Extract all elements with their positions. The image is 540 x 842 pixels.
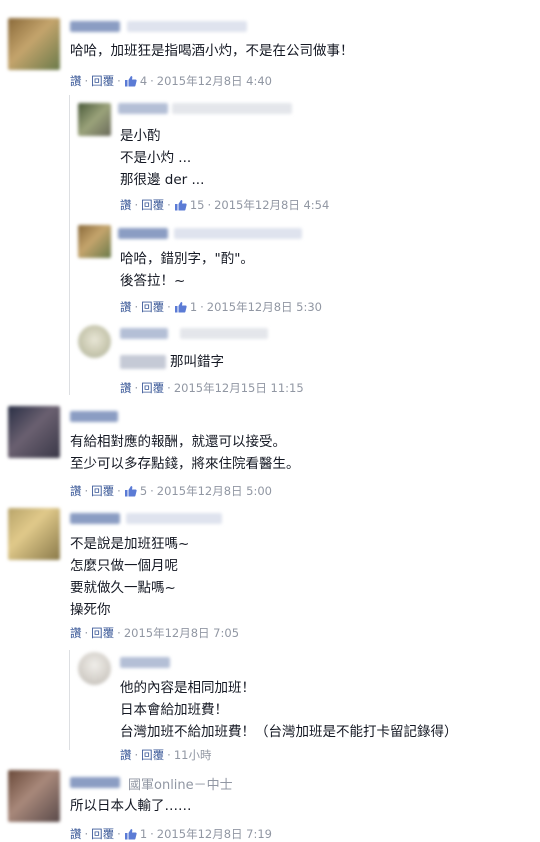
- timestamp[interactable]: 2015年12月8日 5:30: [207, 300, 322, 314]
- thumbs-up-icon: [124, 486, 137, 497]
- like-count[interactable]: 5: [140, 484, 147, 498]
- timestamp[interactable]: 2015年12月8日 7:05: [124, 626, 239, 640]
- separator: ·: [84, 484, 89, 498]
- commenter-subtitle: [180, 328, 268, 339]
- timestamp[interactable]: 2015年12月15日 11:15: [174, 381, 304, 395]
- comment-text: 不是說是加班狂嗎~ 怎麼只做一個月呢 要就做久一點嗎~ 操死你: [70, 536, 190, 618]
- reply-link[interactable]: 回覆: [141, 748, 164, 762]
- separator: ·: [134, 748, 139, 762]
- avatar[interactable]: [78, 103, 111, 136]
- avatar[interactable]: [78, 325, 111, 358]
- separator: ·: [207, 198, 212, 212]
- comment-actions: 讚 · 回覆 · 11小時: [120, 747, 211, 763]
- avatar[interactable]: [8, 406, 60, 458]
- commenter-rank: 國軍online－中士: [128, 778, 233, 793]
- like-count[interactable]: 15: [190, 198, 205, 212]
- separator: ·: [167, 381, 171, 395]
- separator: ·: [117, 626, 121, 640]
- comment-actions: 讚 · 回覆 · 5 · 2015年12月8日 5:00: [70, 483, 272, 499]
- like-count[interactable]: 4: [140, 74, 147, 88]
- mentioned-name[interactable]: [120, 355, 166, 369]
- reply-link[interactable]: 回覆: [91, 626, 114, 640]
- avatar[interactable]: [8, 770, 60, 822]
- commenter-name[interactable]: [118, 228, 168, 239]
- like-link[interactable]: 讚: [120, 748, 132, 762]
- comment-actions: 讚 · 回覆 · 4 · 2015年12月8日 4:40: [70, 73, 272, 89]
- like-count[interactable]: 1: [190, 300, 197, 314]
- separator: ·: [117, 74, 121, 88]
- comment-actions: 讚 · 回覆 · 1 · 2015年12月8日 7:19: [70, 826, 272, 842]
- thumbs-up-icon: [174, 200, 187, 211]
- thread-line: [69, 95, 70, 395]
- commenter-name[interactable]: [120, 657, 170, 668]
- comment-text: 有給相對應的報酬，就還可以接受。 至少可以多存點錢，將來住院看醫生。: [70, 434, 300, 472]
- comment-text: 是小酌 不是小灼 ... 那很邊 der ...: [120, 128, 205, 188]
- commenter-name[interactable]: [120, 328, 168, 339]
- commenter-subtitle: [172, 103, 292, 114]
- comment-actions: 讚 · 回覆 · 2015年12月15日 11:15: [120, 380, 304, 396]
- reply-link[interactable]: 回覆: [141, 198, 164, 212]
- timestamp[interactable]: 2015年12月8日 4:40: [157, 74, 272, 88]
- comment-text: 所以日本人輸了……: [70, 798, 192, 814]
- thread-line: [69, 650, 70, 750]
- commenter-subtitle: [127, 21, 247, 32]
- commenter-name[interactable]: [70, 513, 120, 524]
- like-link[interactable]: 讚: [70, 74, 82, 88]
- commenter-name[interactable]: [118, 103, 168, 114]
- commenter-name[interactable]: [70, 411, 118, 422]
- reply-link[interactable]: 回覆: [91, 74, 114, 88]
- separator: ·: [150, 484, 154, 498]
- reply-link[interactable]: 回覆: [91, 484, 114, 498]
- separator: ·: [167, 300, 171, 314]
- comment-actions: 讚 · 回覆 · 1 · 2015年12月8日 5:30: [120, 299, 322, 315]
- separator: ·: [150, 74, 154, 88]
- reply-link[interactable]: 回覆: [141, 381, 164, 395]
- separator: ·: [167, 748, 171, 762]
- comment-text: 那叫錯字: [170, 354, 224, 370]
- avatar[interactable]: [78, 652, 111, 685]
- separator: ·: [134, 198, 139, 212]
- separator: ·: [117, 484, 121, 498]
- separator: ·: [200, 300, 204, 314]
- separator: ·: [134, 381, 139, 395]
- comment-actions: 讚 · 回覆 · 2015年12月8日 7:05: [70, 625, 239, 641]
- reply-link[interactable]: 回覆: [141, 300, 164, 314]
- comment-text: 哈哈，加班狂是指喝酒小灼，不是在公司做事！: [70, 43, 354, 59]
- timestamp[interactable]: 2015年12月8日 5:00: [157, 484, 272, 498]
- separator: ·: [84, 626, 89, 640]
- separator: ·: [134, 300, 139, 314]
- thumbs-up-icon: [124, 76, 137, 87]
- avatar[interactable]: [8, 18, 60, 70]
- avatar[interactable]: [78, 225, 111, 258]
- commenter-subtitle: [174, 228, 302, 239]
- commenter-subtitle: [126, 513, 222, 524]
- separator: ·: [167, 198, 171, 212]
- comment-text: 他的內容是相同加班！ 日本會給加班費！ 台灣加班不給加班費！（台灣加班是不能打卡…: [120, 680, 458, 740]
- timestamp[interactable]: 2015年12月8日 4:54: [214, 198, 329, 212]
- avatar[interactable]: [8, 508, 60, 560]
- commenter-name[interactable]: [70, 21, 120, 32]
- thumbs-up-icon: [124, 829, 137, 840]
- thumbs-up-icon: [174, 302, 187, 313]
- like-link[interactable]: 讚: [120, 198, 132, 212]
- comment-actions: 讚 · 回覆 · 15 · 2015年12月8日 4:54: [120, 197, 329, 213]
- separator: ·: [84, 74, 89, 88]
- commenter-name[interactable]: [70, 777, 120, 788]
- like-link[interactable]: 讚: [120, 381, 132, 395]
- like-link[interactable]: 讚: [70, 626, 82, 640]
- like-link[interactable]: 讚: [70, 484, 82, 498]
- like-link[interactable]: 讚: [120, 300, 132, 314]
- timestamp[interactable]: 11小時: [174, 748, 212, 762]
- comment-text: 哈哈，錯別字，"酌"。 後答拉！~: [120, 251, 254, 289]
